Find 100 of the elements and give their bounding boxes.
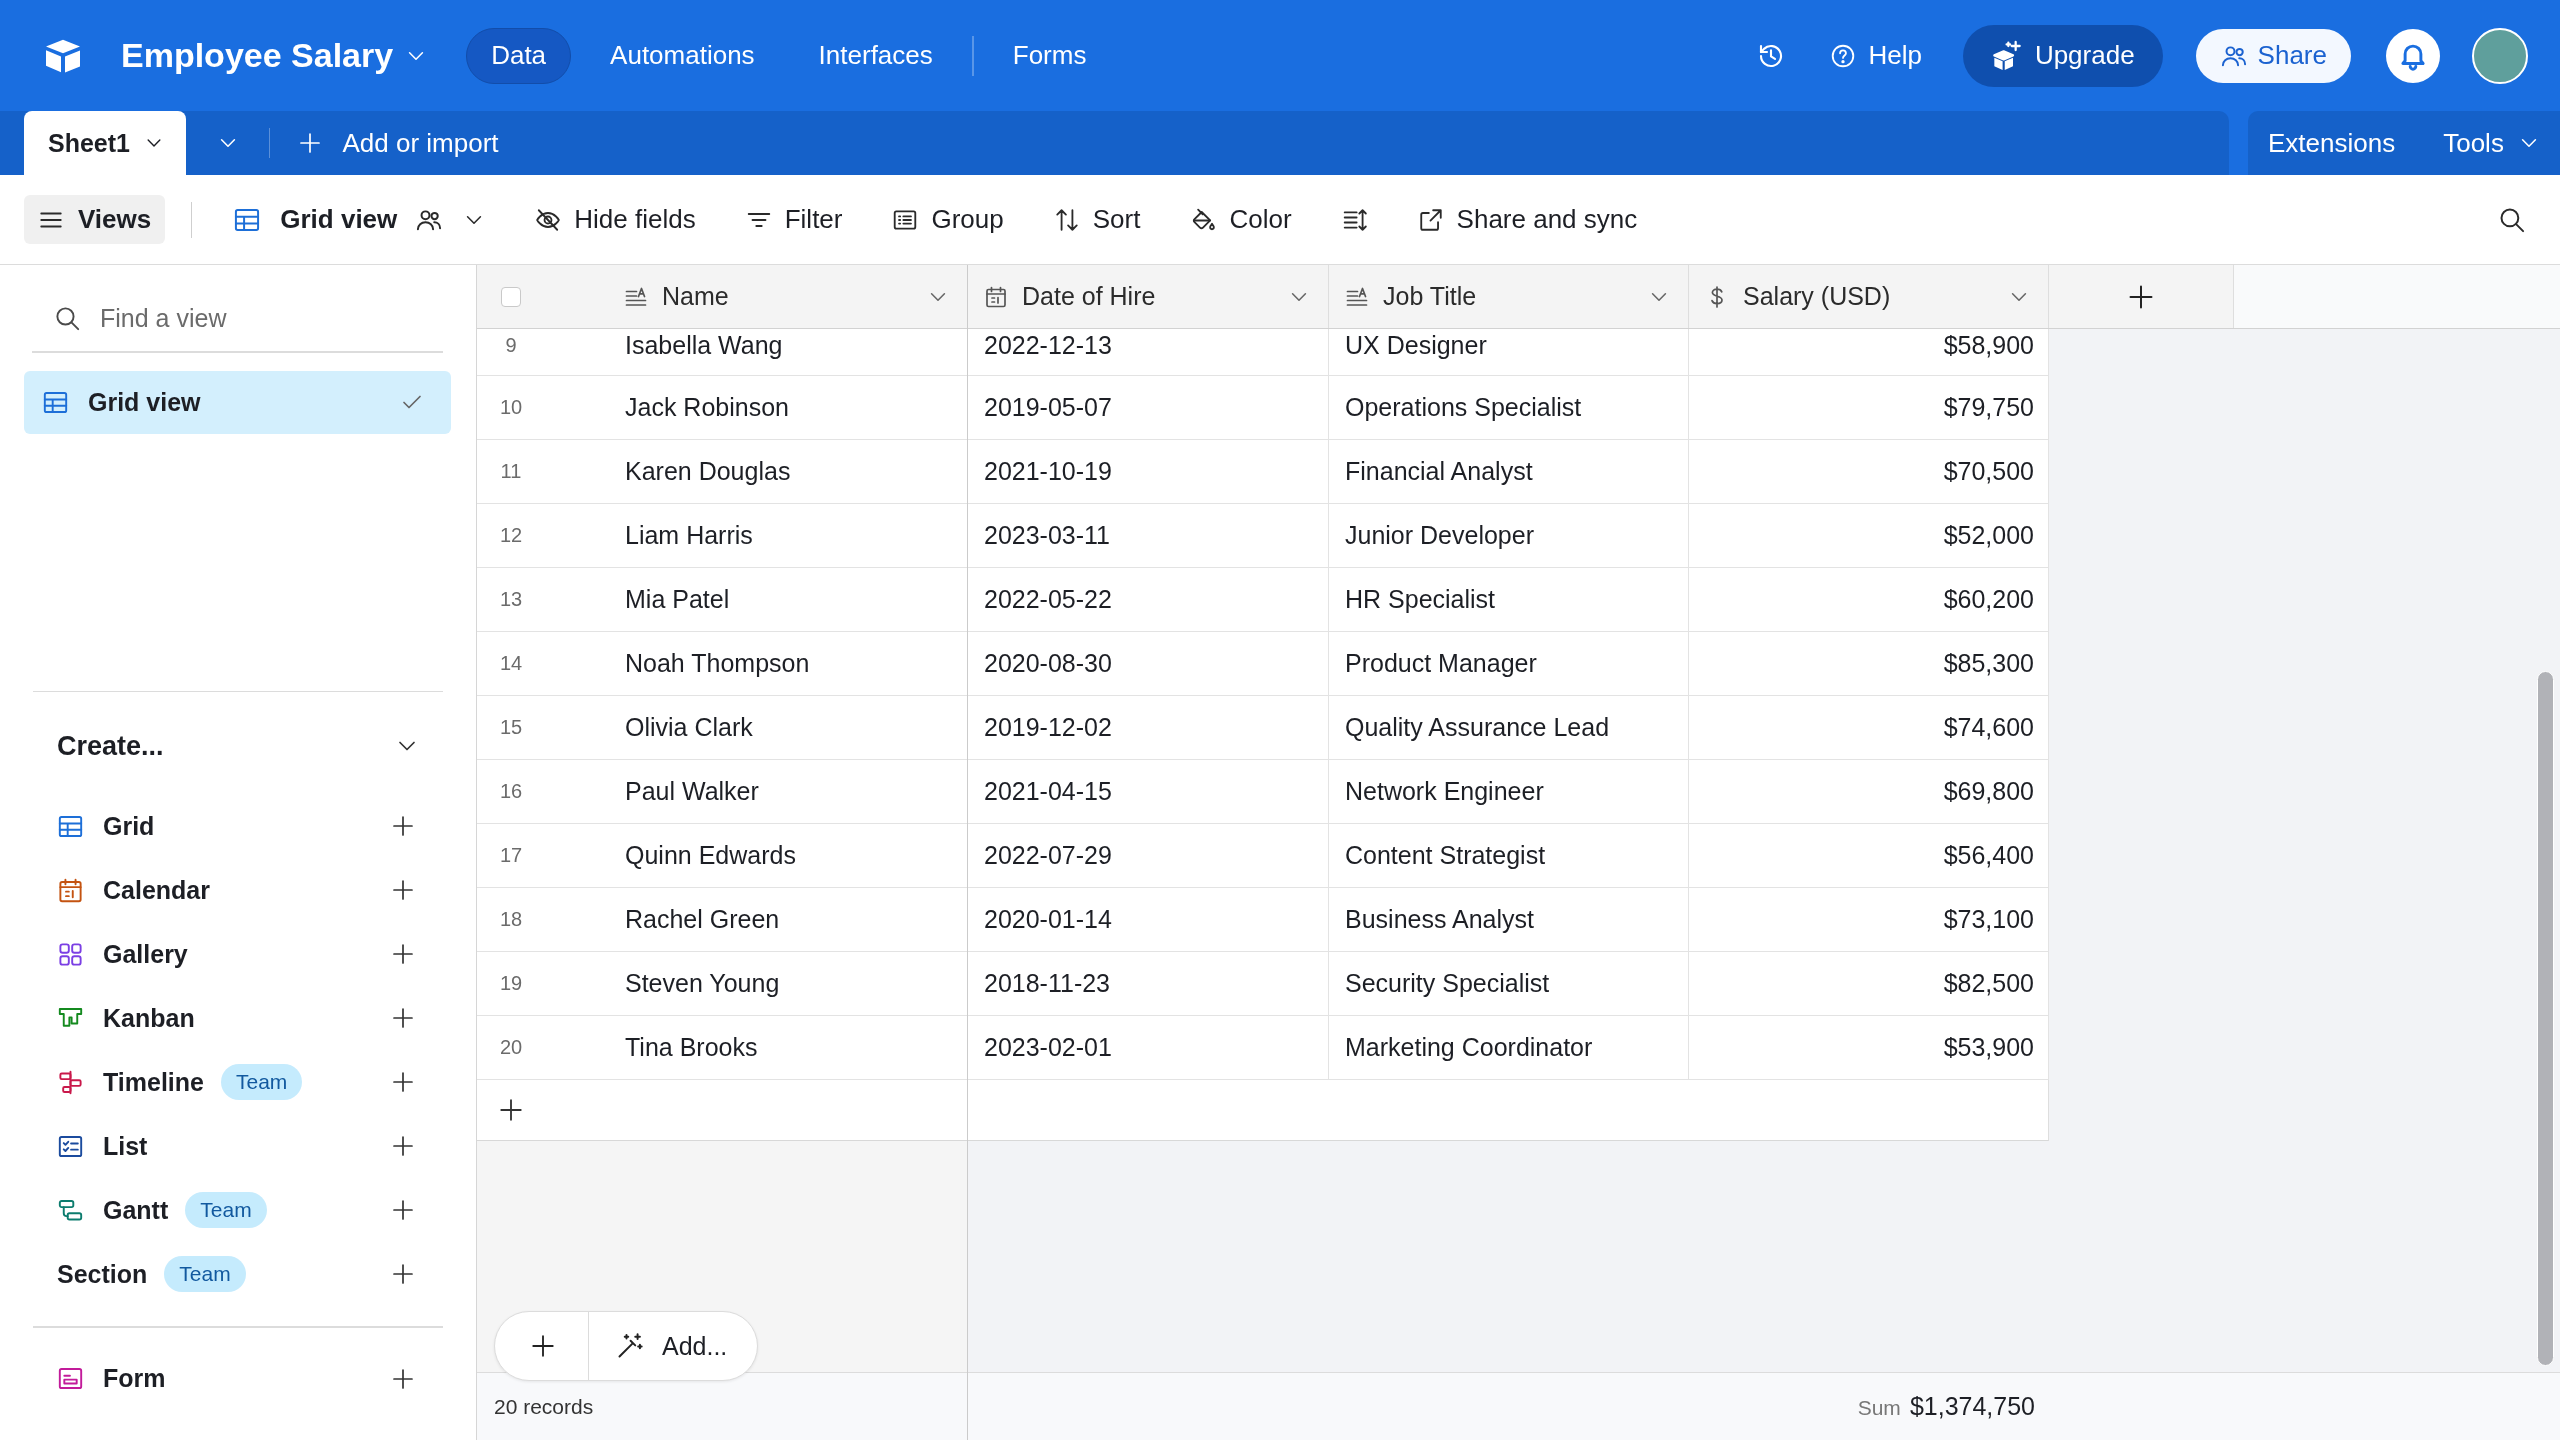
share-sync-button[interactable]: Share and sync: [1405, 204, 1650, 235]
table-cell: $58,900: [1689, 329, 2049, 376]
upgrade-button[interactable]: Upgrade: [1962, 24, 2163, 87]
find-view-field[interactable]: Find a view: [100, 298, 443, 338]
add-or-import-button[interactable]: Add or import: [298, 127, 499, 159]
sort-button[interactable]: Sort: [1041, 204, 1153, 235]
view-list-item[interactable]: Grid view: [24, 370, 451, 434]
plus-icon: [298, 131, 323, 155]
select-all-checkbox[interactable]: [501, 286, 521, 307]
scrollbar-thumb[interactable]: [2537, 671, 2554, 1366]
nav-tab[interactable]: Interfaces: [793, 27, 958, 84]
table-cell: Noah Thompson: [608, 632, 967, 696]
create-option[interactable]: Form: [103, 1364, 166, 1393]
calendar-icon: [984, 284, 1008, 309]
base-name[interactable]: Employee Salary: [121, 36, 394, 75]
plus-icon[interactable]: [391, 1134, 415, 1158]
create-option[interactable]: Calendar: [103, 875, 210, 905]
row-number: 15: [477, 696, 608, 760]
column-header[interactable]: Job Title: [1329, 265, 1689, 328]
create-option[interactable]: Kanban: [103, 1003, 195, 1033]
table-cell: Rachel Green: [608, 888, 967, 952]
table-cell: $74,600: [1689, 696, 2049, 760]
row-number: 14: [477, 632, 608, 696]
create-option[interactable]: Grid: [103, 811, 155, 841]
nav-tab[interactable]: Data: [466, 27, 572, 84]
table-cell: $56,400: [1689, 824, 2049, 888]
column-header[interactable]: Date of Hire: [968, 265, 1329, 328]
nav-tab[interactable]: Automations: [585, 27, 780, 84]
help-button[interactable]: Help: [1830, 40, 1922, 71]
hide-fields-button[interactable]: Hide fields: [523, 204, 708, 235]
row-height-icon[interactable]: [1341, 206, 1368, 233]
color-button[interactable]: Color: [1178, 204, 1304, 235]
plus-icon[interactable]: [391, 1366, 415, 1391]
group-button[interactable]: Group: [880, 204, 1016, 235]
table-cell: Junior Developer: [1329, 504, 1689, 568]
create-option[interactable]: Section: [57, 1259, 148, 1289]
plus-icon[interactable]: [391, 1198, 415, 1222]
table-cell: 2020-01-14: [968, 888, 1329, 952]
table-cell: $52,000: [1689, 504, 2049, 568]
table-cell: 2019-12-02: [968, 696, 1329, 760]
table-cell: 2021-04-15: [968, 760, 1329, 824]
extensions-button[interactable]: Extensions: [2268, 127, 2396, 159]
row-number: 12: [477, 504, 608, 568]
table-cell: Security Specialist: [1329, 952, 1689, 1016]
plus-icon[interactable]: [391, 814, 415, 838]
column-header[interactable]: Salary (USD): [1689, 265, 2049, 328]
table-cell: $85,300: [1689, 632, 2049, 696]
table-cell: $53,900: [1689, 1016, 2049, 1080]
filter-button[interactable]: Filter: [733, 204, 855, 235]
views-button[interactable]: Views: [24, 195, 166, 244]
table-cell: HR Specialist: [1329, 568, 1689, 632]
table-cell: Quinn Edwards: [608, 824, 967, 888]
table-cell: 2023-02-01: [968, 1016, 1329, 1080]
plus-icon[interactable]: [391, 942, 415, 966]
share-button[interactable]: Share: [2195, 28, 2351, 83]
table-cell: $79,750: [1689, 376, 2049, 440]
table-cell: UX Designer: [1329, 329, 1689, 376]
nav-tab[interactable]: Forms: [987, 27, 1112, 84]
add-button[interactable]: Add...: [588, 1312, 758, 1380]
table-cell: Steven Young: [608, 952, 967, 1016]
timeline-bars-icon: [57, 1068, 84, 1096]
create-option[interactable]: Timeline: [103, 1067, 204, 1097]
table-cell: Liam Harris: [608, 504, 967, 568]
table-cell: Olivia Clark: [608, 696, 967, 760]
plus-icon[interactable]: [530, 1333, 556, 1359]
table-cell: Mia Patel: [608, 568, 967, 632]
row-number: 19: [477, 952, 608, 1016]
table-cell: 2022-12-13: [968, 329, 1329, 376]
magic-wand-icon: [616, 1332, 644, 1360]
plus-icon[interactable]: [391, 878, 415, 902]
plus-icon[interactable]: [391, 1262, 415, 1286]
table-cell: 2020-08-30: [968, 632, 1329, 696]
table-cell: Isabella Wang: [608, 329, 967, 376]
bell-icon[interactable]: [2386, 28, 2440, 83]
table-cell: Content Strategist: [1329, 824, 1689, 888]
plus-icon[interactable]: [391, 1006, 415, 1030]
plan-badge: Team: [185, 1192, 267, 1228]
table-cell: $69,800: [1689, 760, 2049, 824]
row-number: 16: [477, 760, 608, 824]
avatar-image[interactable]: [2472, 27, 2528, 84]
help-icon: [1830, 42, 1857, 69]
share-external-icon: [1417, 206, 1444, 233]
add-field-button[interactable]: [2049, 265, 2234, 328]
create-option[interactable]: List: [103, 1131, 148, 1161]
paint-bucket-icon: [1190, 206, 1217, 233]
plus-icon[interactable]: [391, 1070, 415, 1094]
row-number: 20: [477, 1016, 608, 1080]
row-number: 13: [477, 568, 608, 632]
table-cell: 2022-05-22: [968, 568, 1329, 632]
table-cell: Jack Robinson: [608, 376, 967, 440]
create-option[interactable]: Gallery: [103, 939, 188, 969]
table-tab[interactable]: Sheet1: [24, 111, 186, 175]
view-switcher-button[interactable]: Grid view: [221, 204, 410, 235]
tools-button[interactable]: Tools: [2443, 127, 2540, 159]
table-cell: 2022-07-29: [968, 824, 1329, 888]
create-option[interactable]: Gantt: [103, 1195, 169, 1225]
row-number: 10: [477, 376, 608, 440]
table-cell: $73,100: [1689, 888, 2049, 952]
table-cell: Quality Assurance Lead: [1329, 696, 1689, 760]
record-count: 20 records: [494, 1394, 594, 1419]
